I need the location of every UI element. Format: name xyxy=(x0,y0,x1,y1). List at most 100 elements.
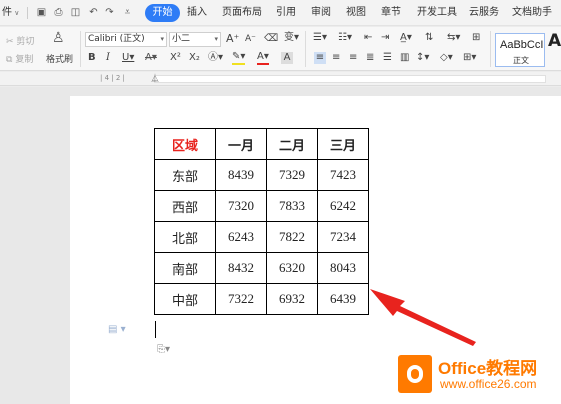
align-center-icon[interactable]: ≡ xyxy=(332,52,340,64)
bold-icon[interactable]: B xyxy=(88,52,96,64)
table-header-cell[interactable]: 三月 xyxy=(317,128,369,160)
table-header-cell[interactable]: 一月 xyxy=(215,128,267,160)
tab-page-layout[interactable]: 页面布局 xyxy=(222,6,262,20)
table-cell[interactable]: 7329 xyxy=(266,159,318,191)
copy-button[interactable]: ⧉ 复制 xyxy=(6,52,33,65)
table-cell[interactable]: 7822 xyxy=(266,221,318,253)
shading-icon[interactable]: ◇▾ xyxy=(440,52,453,64)
font-color-icon[interactable]: A▾ xyxy=(257,51,269,65)
table-icon[interactable]: ⊞ xyxy=(472,32,480,44)
watermark-logo: Office教程网 www.office26.com xyxy=(398,353,558,399)
clear-format-icon[interactable]: ⌫ xyxy=(264,33,278,45)
italic-icon[interactable]: I xyxy=(106,52,110,64)
file-menu[interactable]: 件 ∨ xyxy=(2,6,19,20)
table-header-cell[interactable]: 区域 xyxy=(154,128,216,160)
menu-bar: 件 ∨ ▣ ⎙ ◫ ↶ ↷ ⩡ 开始 插入 页面布局 引用 审阅 视图 章节 开… xyxy=(0,0,561,26)
font-name-value: Calibri (正文) xyxy=(88,34,145,44)
increase-indent-icon[interactable]: ⇥ xyxy=(381,32,389,44)
chevron-down-icon: ▾ xyxy=(160,35,164,43)
cut-label: 剪切 xyxy=(16,37,35,47)
format-painter-label[interactable]: 格式刷 xyxy=(46,52,73,65)
tab-references[interactable]: 引用 xyxy=(276,6,296,20)
text-effect-icon[interactable]: Ⓐ▾ xyxy=(208,52,223,64)
print-preview-icon[interactable]: ◫ xyxy=(70,7,81,18)
ribbon-separator xyxy=(80,31,81,67)
highlight-icon[interactable]: ✎▾ xyxy=(232,51,246,65)
borders-icon[interactable]: ⊞▾ xyxy=(463,52,476,64)
tab-insert[interactable]: 插入 xyxy=(187,6,207,20)
table-cell[interactable]: 西部 xyxy=(154,190,216,222)
style-next[interactable]: A xyxy=(548,31,561,51)
paragraph-mark-icon[interactable]: ▤ ▾ xyxy=(108,324,126,335)
table-header-cell[interactable]: 二月 xyxy=(266,128,318,160)
font-name-select[interactable]: Calibri (正文) ▾ xyxy=(85,32,167,47)
table-cell[interactable]: 8043 xyxy=(317,252,369,284)
table-cell[interactable]: 6932 xyxy=(266,283,318,315)
table-row: 南部 8432 6320 8043 xyxy=(154,252,369,284)
tab-doc-assistant[interactable]: 文档助手 xyxy=(512,6,552,20)
table-cell[interactable]: 7320 xyxy=(215,190,267,222)
table-cell[interactable]: 7423 xyxy=(317,159,369,191)
tab-cloud[interactable]: 云服务 xyxy=(469,6,499,20)
customize-icon[interactable]: ⩡ xyxy=(122,7,133,18)
font-size-select[interactable]: 小二 ▾ xyxy=(169,32,221,47)
paste-options-icon[interactable]: ⎘▾ xyxy=(157,344,170,355)
bullet-list-icon[interactable]: ☰▾ xyxy=(313,32,327,44)
style-sample: AaBbCcI xyxy=(500,39,544,51)
indent-marker-icon[interactable]: ⏅ xyxy=(151,73,159,84)
table-cell[interactable]: 8439 xyxy=(215,159,267,191)
columns-icon[interactable]: ▥ xyxy=(400,52,409,64)
superscript-icon[interactable]: X² xyxy=(170,52,181,64)
show-marks-icon[interactable]: ⇆▾ xyxy=(447,32,460,44)
style-normal[interactable]: AaBbCcI 正文 xyxy=(495,33,545,67)
tab-review[interactable]: 审阅 xyxy=(311,6,331,20)
copy-icon: ⧉ xyxy=(6,55,13,65)
style-name: 正文 xyxy=(513,56,529,65)
tab-view[interactable]: 视图 xyxy=(346,6,366,20)
table-row: 东部 8439 7329 7423 xyxy=(154,159,369,191)
print-icon[interactable]: ⎙ xyxy=(53,7,64,18)
decrease-indent-icon[interactable]: ⇤ xyxy=(364,32,372,44)
chevron-down-icon: ▾ xyxy=(214,35,218,43)
table-cell[interactable]: 6243 xyxy=(215,221,267,253)
align-left-icon[interactable]: ≡ xyxy=(314,52,326,64)
format-painter-icon[interactable]: ♙ xyxy=(52,30,65,46)
subscript-icon[interactable]: X₂ xyxy=(189,52,200,64)
undo-icon[interactable]: ↶ xyxy=(88,7,99,18)
align-right-icon[interactable]: ≡ xyxy=(349,52,357,64)
ribbon-separator xyxy=(305,31,306,67)
char-shading-icon[interactable]: A xyxy=(281,52,293,64)
numbered-list-icon[interactable]: ☷▾ xyxy=(338,32,352,44)
table-cell[interactable]: 8432 xyxy=(215,252,267,284)
table-cell[interactable]: 南部 xyxy=(154,252,216,284)
table-cell[interactable]: 东部 xyxy=(154,159,216,191)
table-cell[interactable]: 7833 xyxy=(266,190,318,222)
tab-chapter[interactable]: 章节 xyxy=(381,6,401,20)
data-table: 区域 一月 二月 三月 东部 8439 7329 7423 西部 7320 78… xyxy=(154,128,369,315)
table-cell[interactable]: 7322 xyxy=(215,283,267,315)
strikethrough-icon[interactable]: A▾ xyxy=(145,52,157,64)
distribute-icon[interactable]: ☰ xyxy=(383,52,392,64)
table-cell[interactable]: 6439 xyxy=(317,283,369,315)
justify-icon[interactable]: ≣ xyxy=(366,52,374,64)
grow-font-icon[interactable]: A⁺ xyxy=(226,33,239,45)
tab-home[interactable]: 开始 xyxy=(145,4,180,22)
table-cell[interactable]: 6320 xyxy=(266,252,318,284)
table-cell[interactable]: 中部 xyxy=(154,283,216,315)
sort-icon[interactable]: ⇅ xyxy=(425,32,433,44)
table-cell[interactable]: 6242 xyxy=(317,190,369,222)
redo-icon[interactable]: ↷ xyxy=(104,7,115,18)
table-cell[interactable]: 7234 xyxy=(317,221,369,253)
save-icon[interactable]: ▣ xyxy=(36,7,47,18)
ribbon-separator xyxy=(490,31,491,67)
phonetic-icon[interactable]: 变▾ xyxy=(284,32,299,44)
table-row: 中部 7322 6932 6439 xyxy=(154,283,369,315)
cut-button[interactable]: ✂ 剪切 xyxy=(6,34,34,47)
ruler-track xyxy=(154,75,546,83)
line-spacing-icon[interactable]: ↕▾ xyxy=(416,52,429,64)
tab-developer[interactable]: 开发工具 xyxy=(417,6,457,20)
shrink-font-icon[interactable]: A⁻ xyxy=(245,33,256,45)
underline-icon[interactable]: U▾ xyxy=(122,52,134,64)
table-cell[interactable]: 北部 xyxy=(154,221,216,253)
chinese-layout-icon[interactable]: A̲▾ xyxy=(400,32,412,44)
